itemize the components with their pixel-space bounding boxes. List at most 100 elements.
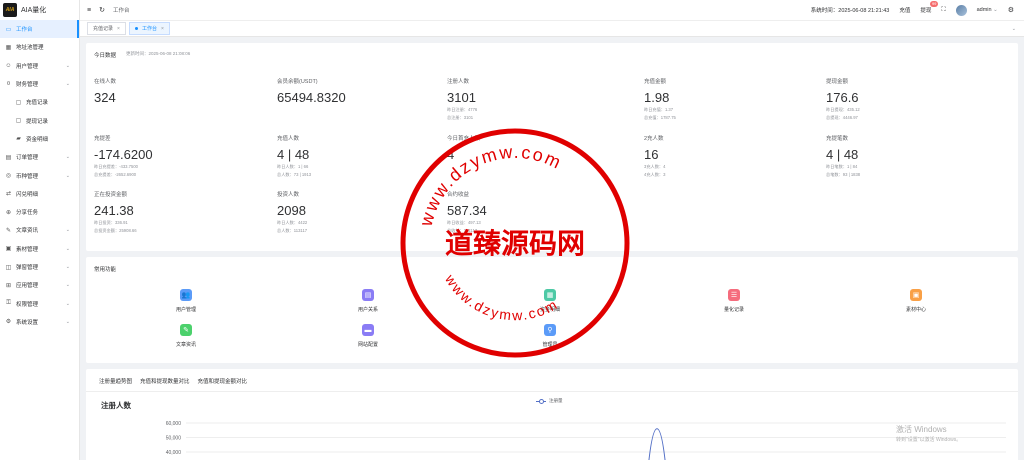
close-icon[interactable]: × bbox=[117, 26, 120, 32]
logo-mark: AIA bbox=[3, 3, 17, 17]
money-icon: ¤ bbox=[6, 81, 11, 88]
avatar[interactable] bbox=[955, 4, 967, 16]
hamburger-icon[interactable]: ≡ bbox=[87, 7, 91, 14]
chevron-down-icon[interactable]: ⌄ bbox=[1012, 26, 1016, 32]
stat-label: 在线人数 bbox=[94, 79, 117, 85]
function-shortcut[interactable]: ☰ 量化记录 bbox=[704, 289, 764, 313]
chevron-down-icon: ⌄ bbox=[65, 172, 70, 179]
stat-sub: 4充人数：3 bbox=[644, 172, 666, 177]
table-icon: ▦ bbox=[5, 44, 12, 51]
logo: AIA AIA量化 bbox=[0, 0, 79, 20]
os-watermark: 激活 Windows 转到"设置"以激活 Windows。 bbox=[896, 424, 961, 443]
stat-label: 会员余额(USDT) bbox=[277, 79, 318, 85]
sidebar-item-label: 素材管理 bbox=[16, 246, 39, 253]
fullscreen-icon[interactable]: ⛶ bbox=[941, 7, 945, 14]
sidebar-item[interactable]: ▤ 订单管理 ⌄ bbox=[0, 148, 79, 166]
stat-sub: 昨日投资：336.91 bbox=[94, 220, 128, 225]
refresh-icon[interactable]: ↻ bbox=[99, 6, 105, 14]
username: admin bbox=[976, 7, 992, 13]
folder-orange-icon: ▣ bbox=[910, 289, 922, 301]
sidebar-item[interactable]: ⊕ 分享任务 bbox=[0, 203, 79, 221]
sidebar-item[interactable]: ▰ 资金明细 bbox=[0, 130, 79, 148]
stat-label: 充提笔数 bbox=[826, 136, 849, 142]
function-label: 文章资讯 bbox=[175, 342, 196, 348]
sidebar-item[interactable]: ◫ 弹窗管理 ⌄ bbox=[0, 258, 79, 276]
sidebar-item[interactable]: ▢ 提现记录 bbox=[0, 111, 79, 129]
news-icon: ✎ bbox=[180, 324, 192, 336]
withdraw-link[interactable]: 提现 99 bbox=[920, 1, 939, 14]
function-shortcut[interactable]: ▣ 素材中心 bbox=[886, 289, 946, 313]
recharge-link[interactable]: 充值 bbox=[899, 6, 910, 14]
stat-value: 241.38 bbox=[94, 203, 134, 218]
sidebar-item-label: 订单管理 bbox=[16, 155, 39, 162]
os-watermark-line2: 转到"设置"以激活 Windows。 bbox=[896, 437, 962, 443]
stamp-top-text: www.dzymw.com bbox=[415, 142, 563, 229]
function-shortcut[interactable]: 👥 用户管理 bbox=[156, 289, 216, 313]
stat-value: 4 | 48 bbox=[826, 147, 859, 162]
config-icon: ▬ bbox=[362, 324, 374, 336]
stat-label: 2充人数 bbox=[644, 136, 664, 142]
card-title: 常用功能 bbox=[94, 267, 117, 273]
sidebar-item-label: 币种管理 bbox=[16, 173, 39, 180]
breadcrumb: 工作台 bbox=[112, 8, 130, 14]
wallet-icon: ▰ bbox=[16, 136, 21, 143]
sidebar-item-label: 充值记录 bbox=[26, 100, 49, 107]
tab-label: 充值记录 bbox=[93, 26, 114, 32]
popup-icon: ◫ bbox=[5, 264, 12, 271]
stat-item: 注册人数 3101 昨日注册：4776 总注册：3101 bbox=[447, 77, 617, 121]
chevron-down-icon: ⌄ bbox=[65, 318, 70, 325]
tab-workbench[interactable]: 工作台 × bbox=[128, 22, 170, 35]
tab-recharge-records[interactable]: 充值记录 × bbox=[87, 22, 126, 35]
svg-text:www.dzymw.com: www.dzymw.com bbox=[415, 142, 565, 229]
sidebar: AIA AIA量化 ▭ 工作台 ▦ 地址池管理 ☺ 用户管理 ⌄ ¤ 财务管理 ⌄ ▢ 充值记录 ▢ 提现… bbox=[0, 0, 80, 460]
card-title: 今日数据 bbox=[94, 53, 117, 59]
stat-sub: 总笔数：93 | 1838 bbox=[826, 172, 861, 177]
app-title: AIA量化 bbox=[21, 7, 47, 14]
stamp-watermark: www.dzymw.com 道臻源码网 www.dzymw.com bbox=[400, 128, 630, 358]
sidebar-item-label: 地址池管理 bbox=[16, 45, 44, 52]
chevron-down-icon: ⌄ bbox=[65, 62, 70, 69]
sidebar-item[interactable]: ⚿ 权限管理 ⌄ bbox=[0, 294, 79, 312]
sidebar-item[interactable]: ⊞ 应用管理 ⌄ bbox=[0, 276, 79, 294]
stat-sub: 总注册：3101 bbox=[447, 115, 474, 120]
user-menu[interactable]: admin ⌄ bbox=[977, 7, 998, 13]
close-icon[interactable]: × bbox=[161, 26, 164, 32]
function-shortcut[interactable]: ▤ 用户关系 bbox=[338, 289, 398, 313]
stat-sub: 昨日注册：4776 bbox=[447, 107, 478, 112]
sidebar-item[interactable]: ▣ 素材管理 ⌄ bbox=[0, 240, 79, 258]
image-icon: ▣ bbox=[5, 246, 12, 253]
withdraw-badge: 99 bbox=[929, 1, 939, 7]
function-label: 用户关系 bbox=[357, 307, 378, 313]
stat-label: 正在投资金额 bbox=[94, 192, 128, 198]
sidebar-item[interactable]: ◎ 币种管理 ⌄ bbox=[0, 166, 79, 184]
contacts-icon: ▤ bbox=[362, 289, 374, 301]
function-shortcut[interactable]: ▬ 网站配置 bbox=[338, 324, 398, 348]
sidebar-item[interactable]: ▦ 地址池管理 bbox=[0, 38, 79, 56]
sidebar-item-label: 应用管理 bbox=[16, 283, 39, 290]
stat-item: 充提笔数 4 | 48 昨日笔数：1 | 84 总笔数：93 | 1838 bbox=[826, 134, 996, 178]
sidebar-item[interactable]: ⇄ 闪兑明细 bbox=[0, 185, 79, 203]
stat-sub: 昨日充值：1.37 bbox=[644, 107, 674, 112]
series-line bbox=[648, 428, 666, 460]
gear-icon[interactable]: ⚙ bbox=[1008, 6, 1014, 14]
sidebar-item[interactable]: ¤ 财务管理 ⌄ bbox=[0, 75, 79, 93]
swap-icon: ⇄ bbox=[5, 191, 12, 198]
folder-icon: ▢ bbox=[15, 99, 22, 106]
sidebar-item[interactable]: ☺ 用户管理 ⌄ bbox=[0, 57, 79, 75]
stat-item: 会员余额(USDT) 65494.8320 bbox=[277, 77, 447, 105]
line-chart: 60,000 50,000 40,000 bbox=[166, 421, 1006, 460]
sidebar-item-label: 资金明细 bbox=[26, 136, 49, 143]
sidebar-item[interactable]: ⚙ 系统设置 ⌄ bbox=[0, 313, 79, 331]
stat-value: 176.6 bbox=[826, 90, 859, 105]
stat-sub: 总充值：1787.75 bbox=[644, 115, 676, 120]
function-shortcut[interactable]: ✎ 文章资讯 bbox=[156, 324, 216, 348]
sidebar-item[interactable]: ▢ 充值记录 bbox=[0, 93, 79, 111]
function-label: 素材中心 bbox=[905, 307, 926, 313]
sidebar-item-label: 提现记录 bbox=[26, 118, 49, 125]
sidebar-item[interactable]: ✎ 文章资讯 ⌄ bbox=[0, 221, 79, 239]
sidebar-item[interactable]: ▭ 工作台 bbox=[0, 20, 79, 39]
os-watermark-line1: 激活 Windows bbox=[896, 425, 947, 434]
user-icon: ☺ bbox=[5, 62, 12, 69]
function-label: 量化记录 bbox=[723, 307, 744, 313]
system-time-label: 系统时间： bbox=[810, 8, 839, 14]
